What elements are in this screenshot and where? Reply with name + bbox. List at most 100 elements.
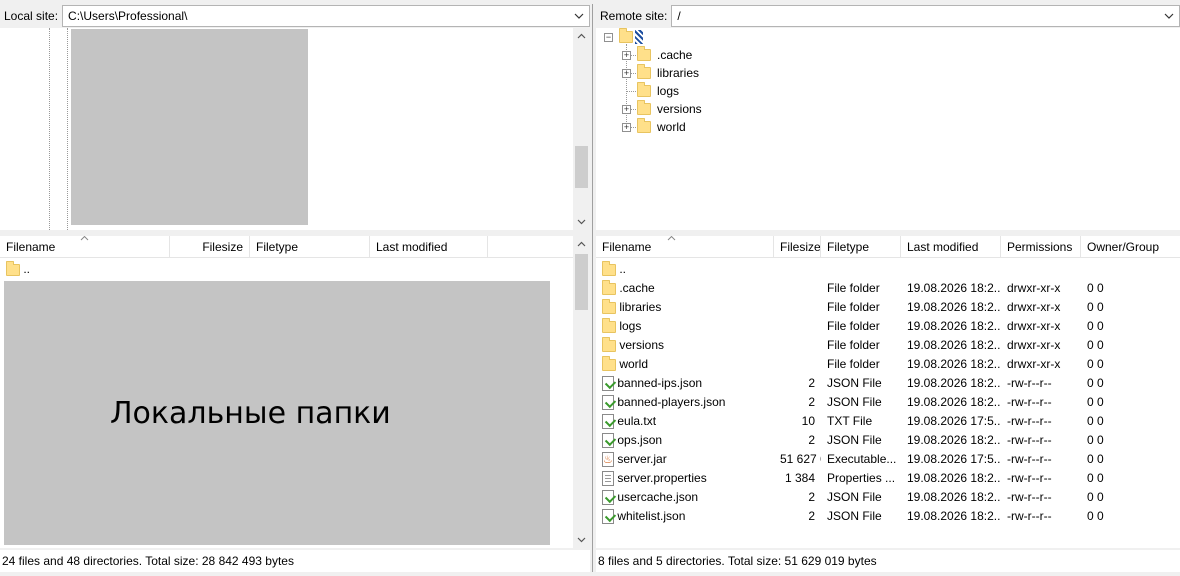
expand-icon[interactable]: +	[622, 104, 631, 114]
collapse-icon[interactable]: −	[604, 32, 613, 42]
table-row[interactable]: .cache File folder 19.08.2026 18:2... drwxr…	[596, 279, 1180, 298]
file-name[interactable]: usercache.json	[617, 490, 698, 504]
file-name[interactable]: whitelist.json	[617, 509, 685, 523]
scrollbar-thumb[interactable]	[575, 254, 588, 310]
file-name[interactable]: world	[619, 357, 648, 371]
tree-node[interactable]: + world	[622, 118, 686, 136]
file-name[interactable]: eula.txt	[617, 414, 656, 428]
json-file-icon	[602, 433, 614, 449]
file-name[interactable]: versions	[619, 338, 664, 352]
file-size	[774, 336, 821, 355]
table-row[interactable]: usercache.json 2 JSON File 19.08.2026 18:2.…	[596, 488, 1180, 507]
folder-icon	[602, 355, 616, 371]
folder-icon	[602, 336, 616, 352]
column-last-modified[interactable]: Last modified	[901, 236, 1001, 258]
local-file-list[interactable]: Filename Filesize Filetype Last modified…	[0, 236, 590, 548]
local-tree-scrollbar[interactable]	[573, 28, 590, 230]
local-path-value[interactable]: C:\Users\Professional\	[68, 9, 187, 23]
expand-icon[interactable]: +	[622, 50, 631, 60]
scroll-down-icon[interactable]	[573, 213, 590, 230]
column-permissions[interactable]: Permissions	[1001, 236, 1081, 258]
column-owner-group[interactable]: Owner/Group	[1081, 236, 1180, 258]
scrollbar-thumb[interactable]	[575, 146, 588, 188]
scroll-up-icon[interactable]	[573, 236, 590, 253]
file-name[interactable]: server.properties	[617, 471, 706, 485]
table-row[interactable]: server.jar 51 627 615 Executable... 19.08.2…	[596, 450, 1180, 469]
file-permissions: -rw-r--r--	[1007, 395, 1052, 409]
file-type: File folder	[827, 357, 880, 371]
tree-node[interactable]: + libraries	[622, 64, 699, 82]
file-modified: 19.08.2026 17:5...	[907, 414, 1001, 428]
table-row[interactable]: versions File folder 19.08.2026 18:2... drw…	[596, 336, 1180, 355]
chevron-down-icon[interactable]	[572, 9, 586, 23]
file-modified: 19.08.2026 18:2...	[907, 509, 1001, 523]
file-owner-group: 0 0	[1087, 281, 1104, 295]
column-filetype[interactable]: Filetype	[250, 236, 370, 258]
file-modified: 19.08.2026 18:2...	[907, 300, 1001, 314]
file-permissions: drwxr-xr-x	[1007, 338, 1061, 352]
local-path-combo[interactable]: C:\Users\Professional\	[62, 4, 590, 27]
tree-node[interactable]: logs	[637, 82, 679, 100]
file-name[interactable]: libraries	[619, 300, 661, 314]
file-name[interactable]: banned-players.json	[617, 395, 725, 409]
expand-icon[interactable]: +	[622, 68, 631, 78]
file-name[interactable]: ..	[23, 262, 30, 276]
file-modified: 19.08.2026 18:2...	[907, 281, 1001, 295]
table-row[interactable]: ..	[596, 260, 1180, 279]
folder-icon	[6, 260, 20, 276]
local-tree-pane[interactable]	[0, 28, 590, 230]
tree-node-label[interactable]: world	[657, 120, 686, 134]
json-file-icon	[602, 509, 614, 525]
table-row[interactable]: libraries File folder 19.08.2026 18:2... dr…	[596, 298, 1180, 317]
file-type: JSON File	[827, 433, 882, 447]
table-row[interactable]: logs File folder 19.08.2026 18:2... drwxr-x…	[596, 317, 1180, 336]
tree-node-label[interactable]: libraries	[657, 66, 699, 80]
file-permissions: -rw-r--r--	[1007, 414, 1052, 428]
scroll-down-icon[interactable]	[573, 531, 590, 548]
file-name[interactable]: ..	[619, 262, 626, 276]
file-name[interactable]: banned-ips.json	[617, 376, 702, 390]
column-filename[interactable]: Filename	[596, 236, 774, 258]
file-name[interactable]: ops.json	[617, 433, 662, 447]
expand-icon[interactable]: +	[622, 122, 631, 132]
tree-node[interactable]: + versions	[622, 100, 702, 118]
file-owner-group: 0 0	[1087, 452, 1104, 466]
table-row[interactable]: eula.txt 10 TXT File 19.08.2026 17:5... -rw-…	[596, 412, 1180, 431]
column-filesize[interactable]: Filesize	[170, 236, 250, 258]
table-row[interactable]: server.properties 1 384 Properties ... 19.0…	[596, 469, 1180, 488]
list-item[interactable]: ..	[0, 260, 36, 279]
remote-tree-pane[interactable]: − + .cache + libraries logs + versions + world	[596, 28, 1180, 230]
column-filesize[interactable]: Filesize	[774, 236, 821, 258]
table-row[interactable]: banned-players.json 2 JSON File 19.08.2026 …	[596, 393, 1180, 412]
file-modified: 19.08.2026 18:2...	[907, 319, 1001, 333]
table-row[interactable]: banned-ips.json 2 JSON File 19.08.2026 18:2…	[596, 374, 1180, 393]
file-type	[821, 260, 901, 279]
remote-path-value[interactable]: /	[677, 9, 680, 23]
column-filetype[interactable]: Filetype	[821, 236, 901, 258]
file-owner-group	[1081, 260, 1180, 279]
table-row[interactable]: world File folder 19.08.2026 18:2... drwxr-…	[596, 355, 1180, 374]
vertical-splitter[interactable]	[592, 4, 595, 572]
tree-node-label[interactable]: .cache	[657, 48, 692, 62]
file-size: 2	[808, 490, 815, 504]
local-list-scrollbar[interactable]	[573, 236, 590, 548]
local-site-bar: Local site: C:\Users\Professional\	[0, 4, 590, 27]
tree-node-label[interactable]: versions	[657, 102, 702, 116]
table-row[interactable]: whitelist.json 2 JSON File 19.08.2026 18:2.…	[596, 507, 1180, 526]
remote-file-list[interactable]: Filename Filesize Filetype Last modified…	[596, 236, 1180, 548]
remote-path-combo[interactable]: /	[671, 4, 1180, 27]
tree-node-label[interactable]: logs	[657, 84, 679, 98]
file-name[interactable]: server.jar	[617, 452, 666, 466]
tree-root[interactable]: −	[604, 28, 643, 46]
column-last-modified[interactable]: Last modified	[370, 236, 488, 258]
table-row[interactable]: ops.json 2 JSON File 19.08.2026 18:2... -rw-…	[596, 431, 1180, 450]
file-modified: 19.08.2026 18:2...	[907, 338, 1001, 352]
chevron-down-icon[interactable]	[1162, 9, 1176, 23]
file-type: File folder	[827, 319, 880, 333]
scroll-up-icon[interactable]	[573, 28, 590, 45]
folder-icon	[602, 279, 616, 295]
file-name[interactable]: logs	[619, 319, 641, 333]
file-name[interactable]: .cache	[619, 281, 654, 295]
tree-guide-line	[67, 28, 68, 230]
tree-node[interactable]: + .cache	[622, 46, 692, 64]
